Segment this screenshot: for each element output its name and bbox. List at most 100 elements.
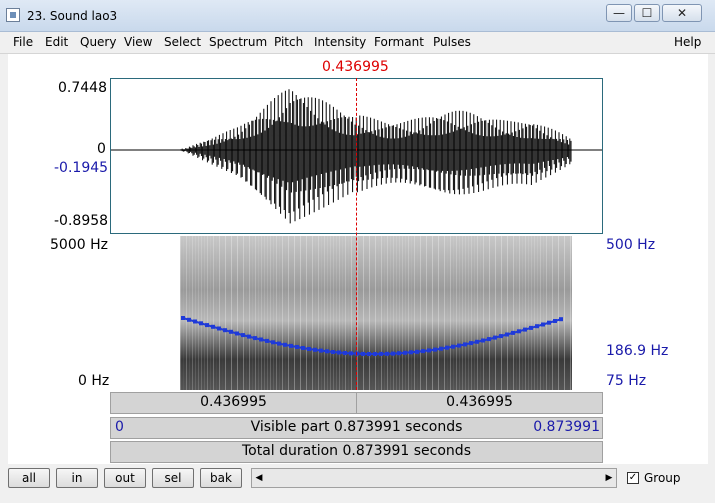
window-titlebar[interactable]: 23. Sound lao3 — ☐ ✕ <box>0 0 715 32</box>
waveform-min-label: -0.8958 <box>54 213 109 229</box>
pitch-point <box>511 330 515 335</box>
pitch-point <box>277 341 281 346</box>
horizontal-scrollbar[interactable]: ◀ ▶ <box>251 468 617 488</box>
praat-app-icon <box>6 8 20 22</box>
pitch-point <box>271 340 275 345</box>
bottom-toolbar: all in out sel bak ◀ ▶ ✓ Group <box>0 464 715 503</box>
pitch-point <box>301 346 305 350</box>
scroll-left-arrow-icon[interactable]: ◀ <box>252 469 266 487</box>
pitch-point <box>469 341 473 346</box>
timebar-total-duration[interactable]: Total duration 0.873991 seconds <box>110 441 603 463</box>
menu-view[interactable]: View <box>124 35 152 49</box>
zoom-out-button[interactable]: out <box>104 468 146 488</box>
menu-edit[interactable]: Edit <box>45 35 68 49</box>
pitch-point <box>253 336 257 341</box>
pitch-point <box>523 327 527 332</box>
pitch-point <box>265 338 269 343</box>
waveform-max-label: 0.7448 <box>58 80 107 96</box>
spectrogram-top-freq-label: 5000 Hz <box>50 237 108 253</box>
menu-query[interactable]: Query <box>80 35 116 49</box>
pitch-point <box>385 351 389 356</box>
pitch-point <box>295 345 299 349</box>
pitch-point <box>193 319 197 324</box>
maximize-button[interactable]: ☐ <box>634 4 660 22</box>
menu-intensity[interactable]: Intensity <box>314 35 366 49</box>
zoom-back-button[interactable]: bak <box>200 468 242 488</box>
zoom-selection-button[interactable]: sel <box>152 468 194 488</box>
menu-pitch[interactable]: Pitch <box>274 35 303 49</box>
menu-spectrum[interactable]: Spectrum <box>209 35 267 49</box>
pitch-point <box>427 348 431 353</box>
pitch-point <box>337 350 341 355</box>
pitch-point <box>247 334 251 339</box>
pitch-point <box>199 321 203 326</box>
cursor-time-label: 0.436995 <box>322 59 389 75</box>
pitch-point <box>217 326 221 331</box>
menu-file[interactable]: File <box>13 35 33 49</box>
pitch-top-label: 500 Hz <box>606 237 656 253</box>
pitch-point <box>235 331 239 336</box>
menu-help[interactable]: Help <box>674 35 701 49</box>
timebar-visible-part[interactable]: 0 Visible part 0.873991 seconds 0.873991 <box>110 417 603 439</box>
pitch-point <box>421 349 425 354</box>
pitch-point <box>397 351 401 356</box>
pitch-point <box>535 324 539 329</box>
pitch-point <box>361 351 365 356</box>
pitch-point <box>187 317 191 322</box>
pitch-point <box>229 329 233 334</box>
pitch-point <box>463 342 467 347</box>
pitch-point <box>181 316 185 320</box>
pitch-point <box>367 352 371 356</box>
pitch-point <box>517 329 521 334</box>
pitch-point <box>391 351 395 356</box>
menu-formant[interactable]: Formant <box>374 35 424 49</box>
pitch-point <box>409 350 413 355</box>
spectrogram-bottom-freq-label: 0 Hz <box>78 373 110 389</box>
menu-pulses[interactable]: Pulses <box>433 35 471 49</box>
visible-part-label: Visible part 0.873991 seconds <box>250 419 463 435</box>
pitch-point <box>349 351 353 356</box>
pitch-point <box>433 347 437 352</box>
menu-select[interactable]: Select <box>164 35 201 49</box>
group-checkbox[interactable]: ✓ <box>627 472 639 484</box>
pitch-point <box>307 347 311 351</box>
pitch-point <box>403 350 407 355</box>
menu-bar: File Edit Query View Select Spectrum Pit… <box>0 32 715 54</box>
visible-end-label: 0.873991 <box>533 419 600 435</box>
pitch-point <box>547 320 551 325</box>
pitch-point <box>325 349 329 354</box>
cursor-line <box>356 78 357 390</box>
pitch-point <box>553 319 557 323</box>
pitch-point <box>475 339 479 344</box>
pitch-point <box>373 352 377 356</box>
minimize-button[interactable]: — <box>606 4 632 22</box>
group-label: Group <box>644 471 681 485</box>
pitch-point <box>541 322 545 327</box>
pitch-point <box>205 323 209 328</box>
zoom-in-button[interactable]: in <box>56 468 98 488</box>
pitch-point <box>313 347 317 352</box>
scroll-right-arrow-icon[interactable]: ▶ <box>602 469 616 487</box>
waveform-cursor-value-label: -0.1945 <box>54 160 109 176</box>
pitch-bottom-label: 75 Hz <box>606 373 647 389</box>
pitch-point <box>331 350 335 354</box>
pitch-point <box>445 345 449 350</box>
pitch-point <box>379 351 383 356</box>
visible-start-label: 0 <box>115 419 124 435</box>
pitch-point <box>241 333 245 338</box>
waveform-trace <box>180 89 572 224</box>
pitch-point <box>415 349 419 354</box>
timebar-right-segment[interactable]: 0.436995 <box>356 392 603 414</box>
pitch-point <box>493 335 497 340</box>
pitch-point <box>559 317 563 322</box>
pitch-point <box>481 338 485 343</box>
close-button[interactable]: ✕ <box>662 4 702 22</box>
pitch-point <box>319 348 323 353</box>
pitch-point <box>499 334 503 339</box>
timebar-left-segment[interactable]: 0.436995 <box>110 392 357 414</box>
pitch-point <box>289 343 293 348</box>
pitch-point <box>505 332 509 337</box>
pitch-cursor-label: 186.9 Hz <box>606 343 669 359</box>
zoom-all-button[interactable]: all <box>8 468 50 488</box>
pitch-point <box>343 351 347 355</box>
